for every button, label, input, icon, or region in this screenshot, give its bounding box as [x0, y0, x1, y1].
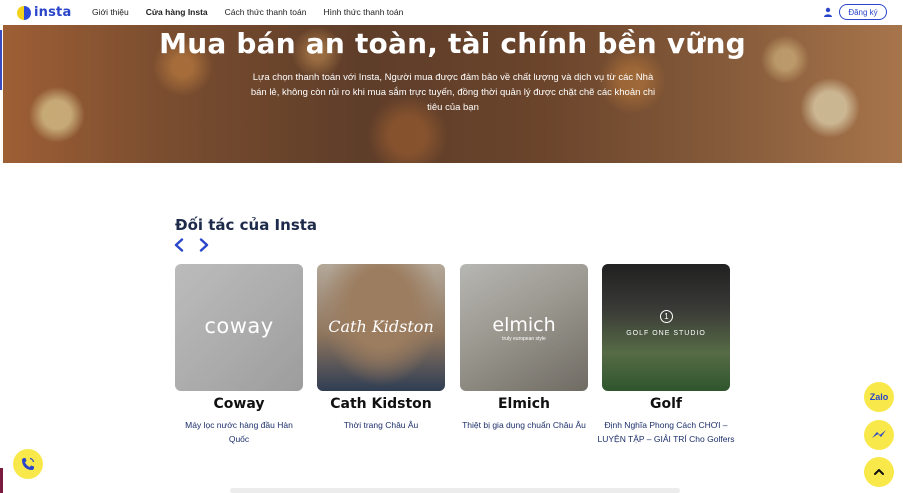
partner-card-cath-kidston[interactable]: Cath Kidston [317, 264, 445, 391]
hero-description: Lựa chọn thanh toán với Insta, Người mua… [250, 72, 656, 113]
nav-links: Giới thiệu Cửa hàng Insta Cách thức than… [92, 7, 420, 17]
partner-name-golf[interactable]: Golf [596, 396, 736, 412]
signup-button[interactable]: Đăng ký [839, 4, 887, 20]
phone-call-button[interactable] [13, 449, 43, 479]
hero-title: Mua bán an toàn, tài chính bền vững [159, 27, 746, 60]
card-overlay [602, 264, 730, 391]
partner-card-coway[interactable]: coway [175, 264, 303, 391]
chevron-left-icon[interactable] [173, 238, 185, 252]
partner-desc-golf: Định Nghĩa Phong Cách CHƠI – LUYỆN TẬP –… [597, 420, 735, 444]
partner-name-coway[interactable]: Coway [175, 396, 303, 412]
logo-text: insta [34, 5, 72, 20]
partner-card-golf[interactable]: 1 GOLF ONE STUDIO [602, 264, 730, 391]
nav-link-cua-hang[interactable]: Cửa hàng Insta [146, 7, 208, 17]
footer-shadow [230, 488, 680, 493]
logo-mark-icon [17, 5, 31, 20]
nav-link-gioi-thieu[interactable]: Giới thiệu [92, 7, 129, 17]
partner-desc-elmich: Thiệt bị gia dụng chuẩn Châu Âu [462, 420, 586, 430]
nav-link-cach-thuc-thanh-toan[interactable]: Cách thức thanh toán [225, 7, 307, 17]
phone-icon [22, 457, 35, 470]
messenger-button[interactable] [864, 420, 894, 450]
left-edge-mark [0, 30, 2, 90]
partners-title: Đối tác của Insta [175, 216, 318, 234]
partner-desc-cath-kidston: Thời trang Châu Âu [343, 420, 419, 430]
zalo-button[interactable]: Zalo [864, 382, 894, 412]
partner-name-cath-kidston[interactable]: Cath Kidston [317, 396, 445, 412]
partner-name-elmich[interactable]: Elmich [460, 396, 588, 412]
golf-one-studio-logo: GOLF ONE STUDIO [626, 330, 706, 337]
elmich-tagline: truly european style [502, 336, 546, 342]
messenger-icon [872, 430, 886, 438]
partner-desc-coway: Máy lọc nước hàng đầu Hàn Quốc [185, 420, 293, 444]
insta-logo[interactable]: insta [17, 5, 71, 20]
partner-card-elmich[interactable]: elmich truly european style [460, 264, 588, 391]
chevron-up-icon [874, 469, 884, 475]
user-icon[interactable] [823, 7, 833, 17]
hero-banner: Mua bán an toàn, tài chính bền vững Lựa … [3, 25, 902, 163]
cath-kidston-logo: Cath Kidston [328, 317, 434, 336]
top-navbar: insta Giới thiệu Cửa hàng Insta Cách thứ… [0, 0, 903, 25]
coway-logo: coway [204, 314, 274, 338]
nav-link-hinh-thuc-thanh-toan[interactable]: Hình thức thanh toán [323, 7, 403, 17]
elmich-logo: elmich [492, 314, 556, 336]
left-edge-strip [0, 468, 3, 493]
back-to-top-button[interactable] [864, 457, 894, 487]
chevron-right-icon[interactable] [198, 238, 210, 252]
golf-badge-icon: 1 [660, 310, 673, 323]
